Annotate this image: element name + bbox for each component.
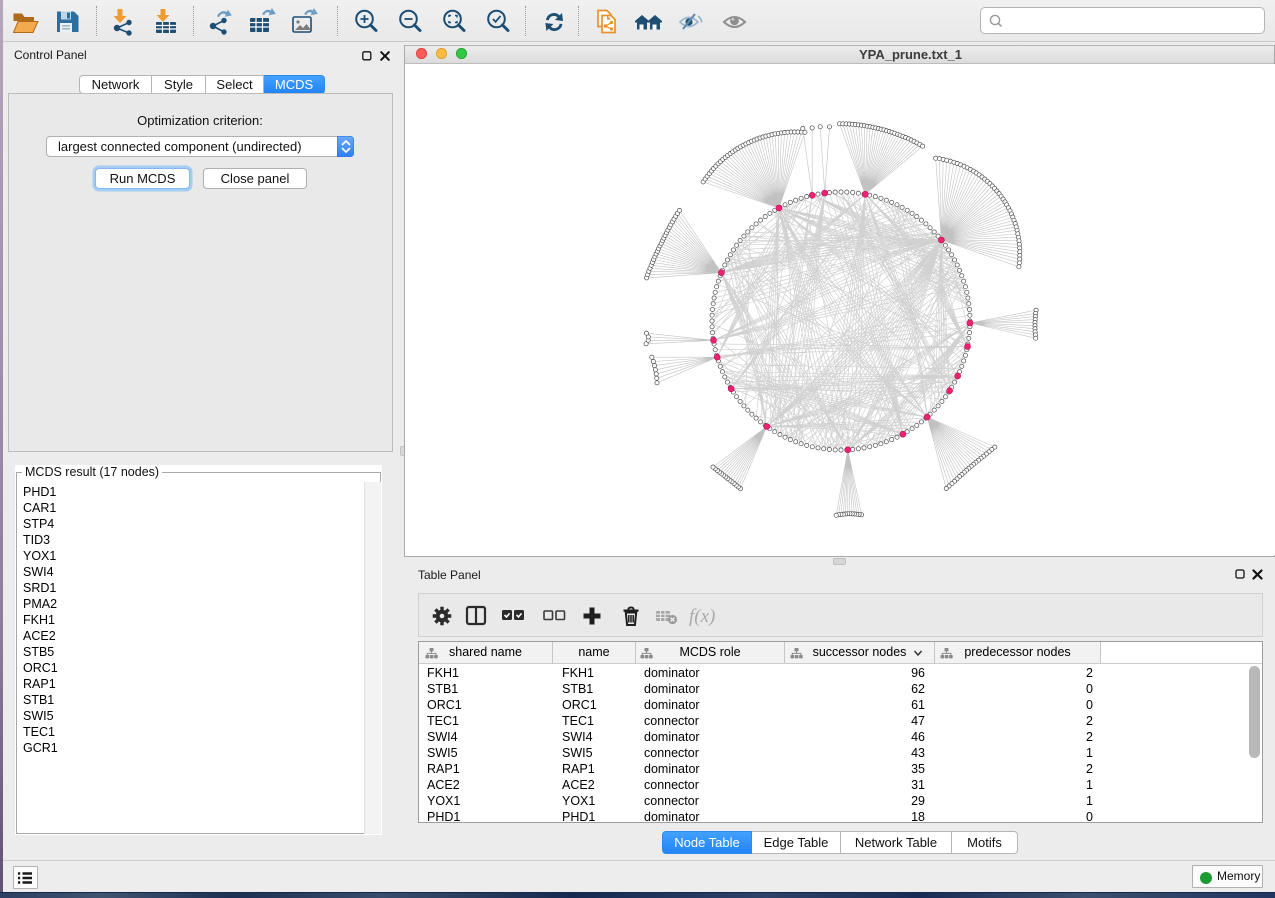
svg-text:f(x): f(x) — [689, 606, 715, 627]
